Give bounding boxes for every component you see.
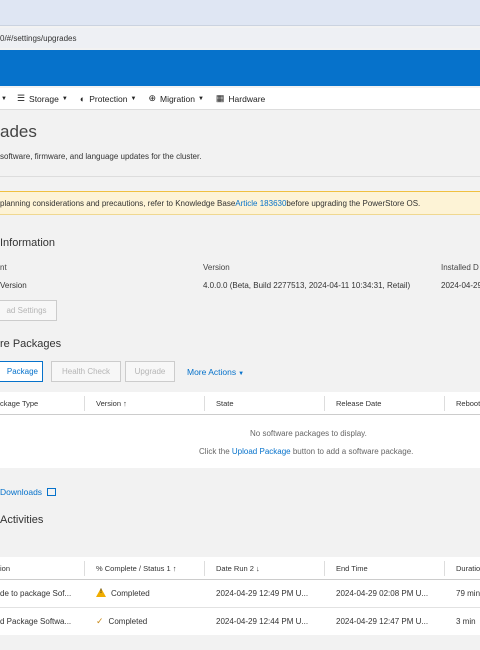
health-check-button[interactable]: Health Check	[51, 361, 121, 382]
activities-section-title: Activities	[0, 514, 44, 526]
status-label: Completed	[111, 589, 150, 598]
chevron-down-icon: ▼	[1, 95, 7, 102]
column-divider	[204, 396, 205, 411]
downloads-link[interactable]: Downloads	[0, 487, 57, 497]
nav-item-label: Storage	[29, 93, 59, 104]
browser-address-bar[interactable]: 0/#/settings/upgrades	[0, 28, 480, 48]
activity-status: ✓ Completed	[96, 616, 147, 627]
info-component-value: Version	[0, 281, 27, 290]
empty-hint-after: button to add a software package.	[290, 447, 414, 456]
col-version[interactable]: Version ↑	[96, 399, 127, 408]
alert-text-before: planning considerations and precautions,…	[0, 198, 236, 208]
activity-end-time: 2024-04-29 12:47 PM U...	[336, 617, 429, 626]
column-divider	[324, 396, 325, 411]
empty-hint: Click the Upload Package button to add a…	[199, 447, 413, 456]
nav-item-label: Migration	[159, 93, 195, 104]
col-state[interactable]: State	[216, 399, 234, 408]
info-version-value: 4.0.0.0 (Beta, Build 2277513, 2024-04-11…	[203, 281, 411, 290]
col-reboot[interactable]: Reboot	[456, 399, 480, 408]
col-version-label: Version	[96, 399, 122, 408]
nav-item-truncated[interactable]: ▼	[0, 96, 7, 102]
warning-alert: planning considerations and precautions,…	[0, 191, 480, 215]
chevron-down-icon: ▼	[197, 95, 204, 102]
col-status[interactable]: % Complete / Status 1 ↑	[96, 564, 176, 573]
warning-icon: !	[96, 588, 106, 597]
database-icon: ☰	[16, 93, 26, 103]
col-status-label: % Complete / Status	[96, 564, 165, 573]
activities-table: ion % Complete / Status 1 ↑ Date Run 2 ↓…	[0, 557, 480, 635]
activity-date-run: 2024-04-29 12:44 PM U...	[216, 617, 309, 626]
column-divider	[324, 561, 325, 576]
packages-table-header: ckage Type Version ↑ State Release Date …	[0, 392, 480, 415]
activity-date-run: 2024-04-29 12:49 PM U...	[216, 589, 309, 598]
page-subtitle: software, firmware, and language updates…	[0, 152, 202, 161]
info-installed-value: 2024-04-29	[441, 281, 480, 290]
empty-message: No software packages to display.	[250, 429, 367, 438]
alert-text-after: before upgrading the PowerStore OS.	[286, 198, 421, 208]
sort-descending-icon: ↓	[256, 564, 260, 573]
col-activity-name[interactable]: ion	[0, 564, 10, 573]
activity-duration: 79 min	[456, 589, 480, 598]
col-duration[interactable]: Duratio	[456, 564, 480, 573]
check-icon: ✓	[96, 616, 104, 626]
activity-status: ! Completed	[96, 588, 150, 598]
sort-ascending-icon: ↑	[123, 399, 127, 408]
shield-icon: ◐	[79, 93, 86, 104]
col-end-time[interactable]: End Time	[336, 564, 368, 573]
column-divider	[204, 561, 205, 576]
column-divider	[444, 396, 445, 411]
info-col-installed: Installed D	[441, 263, 479, 272]
browser-title-bar	[0, 0, 480, 26]
page-title: ades	[0, 122, 37, 141]
activity-name-link[interactable]: d Package Softwa...	[0, 617, 80, 626]
col-release-date[interactable]: Release Date	[336, 399, 381, 408]
sort-order-1: 1	[166, 564, 171, 573]
address-url[interactable]: 0/#/settings/upgrades	[0, 34, 77, 43]
nav-item-storage[interactable]: ☰ Storage ▼	[17, 93, 68, 104]
kb-article-link[interactable]: Article 183630	[235, 199, 286, 208]
nav-item-label: Protection	[89, 93, 128, 104]
downloads-label: Downloads	[0, 487, 43, 497]
divider	[0, 176, 480, 177]
migration-icon: ⊕	[148, 93, 156, 103]
col-date-run-label: Date Run	[216, 564, 248, 573]
caret-down-icon: ▼	[238, 371, 245, 377]
status-label: Completed	[108, 617, 148, 626]
column-divider	[84, 561, 85, 576]
more-actions-label: More Actions	[187, 367, 237, 377]
column-divider	[84, 396, 85, 411]
empty-hint-before: Click the	[199, 447, 232, 456]
row-divider	[0, 607, 480, 608]
upload-package-button[interactable]: Package	[0, 361, 43, 382]
info-section-title: Information	[0, 237, 56, 249]
chevron-down-icon: ▼	[130, 95, 137, 102]
activity-name-link[interactable]: de to package Sof...	[0, 589, 80, 598]
nav-item-hardware[interactable]: ▦ Hardware	[216, 93, 265, 104]
external-link-icon	[47, 488, 57, 496]
chevron-down-icon: ▼	[61, 95, 68, 102]
upgrade-button[interactable]: Upgrade	[125, 361, 175, 382]
hardware-icon: ▦	[215, 93, 225, 103]
info-col-component: nt	[0, 263, 7, 272]
packages-section-title: re Packages	[0, 338, 62, 350]
sort-order-2: 2	[249, 564, 254, 573]
activities-table-header: ion % Complete / Status 1 ↑ Date Run 2 ↓…	[0, 557, 480, 580]
upload-package-link[interactable]: Upload Package	[232, 447, 291, 456]
activity-end-time: 2024-04-29 02:08 PM U...	[336, 589, 429, 598]
app-header-bar	[0, 50, 480, 86]
sort-ascending-icon: ↑	[172, 564, 177, 573]
col-package-type[interactable]: ckage Type	[0, 399, 38, 408]
col-date-run[interactable]: Date Run 2 ↓	[216, 564, 260, 573]
more-actions-menu[interactable]: More Actions ▼	[187, 367, 244, 377]
download-settings-button[interactable]: ad Settings	[0, 300, 57, 321]
main-nav: ▼ ☰ Storage ▼ ◐ Protection ▼ ⊕ Migration…	[0, 88, 480, 110]
nav-item-migration[interactable]: ⊕ Migration ▼	[148, 93, 203, 104]
info-col-version: Version	[203, 263, 230, 272]
packages-table: ckage Type Version ↑ State Release Date …	[0, 392, 480, 468]
activity-duration: 3 min	[456, 617, 476, 626]
column-divider	[444, 561, 445, 576]
nav-item-label: Hardware	[228, 93, 266, 104]
nav-item-protection[interactable]: ◐ Protection ▼	[80, 94, 137, 104]
